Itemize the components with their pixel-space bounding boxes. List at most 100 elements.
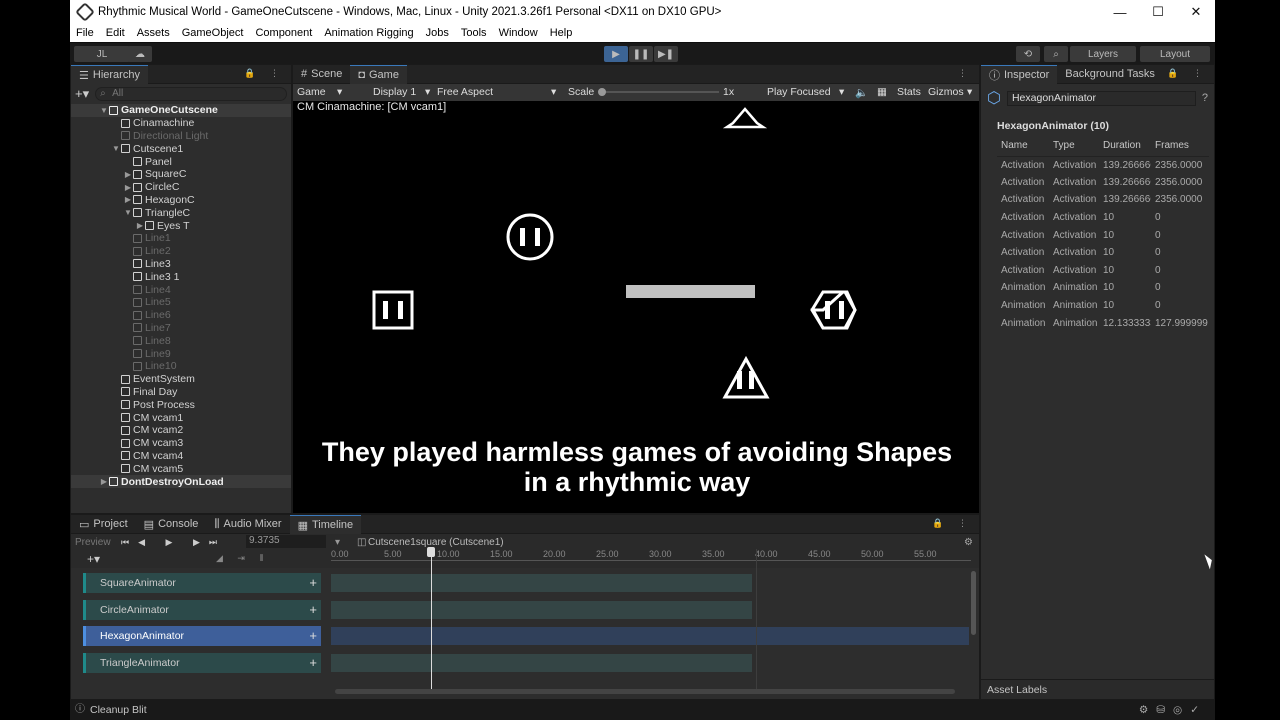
timeline-track[interactable]: TriangleAnimator + bbox=[83, 652, 321, 673]
timeline-clip[interactable] bbox=[331, 600, 752, 619]
table-row[interactable]: Activation Activation 10 0 bbox=[997, 226, 1209, 244]
expand-arrow-icon[interactable]: ▼ bbox=[111, 144, 121, 153]
table-row[interactable]: Activation Activation 10 0 bbox=[997, 244, 1209, 262]
expand-arrow-icon[interactable]: ▶ bbox=[123, 183, 133, 192]
hierarchy-item[interactable]: EventSystem bbox=[71, 373, 291, 386]
pause-button[interactable]: ❚❚ bbox=[629, 46, 653, 62]
add-icon[interactable]: +▾ bbox=[75, 86, 89, 102]
hierarchy-item[interactable]: ▶ CircleC bbox=[71, 181, 291, 194]
timeline-clip[interactable] bbox=[331, 653, 752, 672]
hierarchy-item[interactable]: ▼ TriangleC bbox=[71, 206, 291, 219]
expand-arrow-icon[interactable]: ▶ bbox=[99, 477, 109, 486]
horizontal-scrollbar[interactable] bbox=[335, 689, 955, 694]
column-header[interactable]: Name bbox=[997, 136, 1049, 157]
menu-component[interactable]: Component bbox=[249, 27, 318, 39]
hierarchy-item[interactable]: CM vcam5 bbox=[71, 462, 291, 475]
hierarchy-item[interactable]: ▼ GameOneCutscene bbox=[71, 104, 291, 117]
aspect-dropdown[interactable]: Free Aspect bbox=[437, 86, 493, 98]
hierarchy-item[interactable]: Line8 bbox=[71, 334, 291, 347]
add-clip-icon[interactable]: + bbox=[309, 653, 317, 673]
timeline-track[interactable]: CircleAnimator + bbox=[83, 599, 321, 620]
help-icon[interactable]: ? bbox=[1202, 92, 1208, 104]
menu-jobs[interactable]: Jobs bbox=[420, 27, 455, 39]
snap-icons[interactable]: ◢ ⇥ ⫴ bbox=[216, 553, 269, 564]
tab-hierarchy[interactable]: ☰ Hierarchy bbox=[71, 65, 148, 84]
expand-arrow-icon[interactable]: ▼ bbox=[99, 106, 109, 115]
step-button[interactable]: ▶❚ bbox=[654, 46, 678, 62]
hierarchy-item[interactable]: CM vcam1 bbox=[71, 411, 291, 424]
panel-menu-icon[interactable]: ⋮ bbox=[958, 68, 973, 79]
add-track-button[interactable]: +▾ bbox=[87, 552, 100, 566]
panel-menu-icon[interactable]: 🔒 ⋮ bbox=[1167, 68, 1208, 79]
table-row[interactable]: Activation Activation 10 0 bbox=[997, 262, 1209, 280]
gizmos-dropdown[interactable]: Gizmos bbox=[928, 86, 964, 98]
hierarchy-item[interactable]: Line10 bbox=[71, 360, 291, 373]
cloud-button[interactable]: ☁ bbox=[128, 46, 152, 62]
vertical-scrollbar[interactable] bbox=[971, 571, 976, 635]
history-button[interactable]: ⟲ bbox=[1016, 46, 1040, 62]
tab-background-tasks[interactable]: Background Tasks bbox=[1057, 65, 1163, 84]
menu-window[interactable]: Window bbox=[493, 27, 544, 39]
hierarchy-item[interactable]: Line4 bbox=[71, 283, 291, 296]
status-icons[interactable]: ⚙⛁◎✓ bbox=[1139, 704, 1207, 716]
table-row[interactable]: Activation Activation 139.266666 2356.0000 bbox=[997, 156, 1209, 174]
hierarchy-item[interactable]: CM vcam4 bbox=[71, 450, 291, 463]
timeline-clip[interactable] bbox=[331, 627, 969, 645]
hierarchy-item[interactable]: Directional Light bbox=[71, 130, 291, 143]
menu-tools[interactable]: Tools bbox=[455, 27, 493, 39]
hierarchy-item[interactable]: ▶ HexagonC bbox=[71, 194, 291, 207]
hierarchy-item[interactable]: Panel bbox=[71, 155, 291, 168]
tab-timeline[interactable]: ▦ Timeline bbox=[289, 515, 362, 534]
layout-dropdown[interactable]: Layout bbox=[1140, 46, 1210, 62]
tab-console[interactable]: ▤ Console bbox=[136, 515, 207, 534]
column-header[interactable]: Type bbox=[1049, 136, 1099, 157]
game-viewport[interactable]: CM Cinamachine: [CM vcam1] They played h… bbox=[293, 101, 979, 513]
expand-arrow-icon[interactable]: ▶ bbox=[123, 170, 133, 179]
tab-inspector[interactable]: ⓘ Inspector bbox=[981, 65, 1058, 84]
timeline-track[interactable]: HexagonAnimator + bbox=[83, 626, 321, 646]
table-row[interactable]: Animation Animation 10 0 bbox=[997, 279, 1209, 297]
play-button[interactable]: ▶ bbox=[604, 46, 628, 62]
table-row[interactable]: Animation Animation 12.1333333 127.999999 bbox=[997, 314, 1209, 332]
hierarchy-item[interactable]: Cinamachine bbox=[71, 117, 291, 130]
search-button[interactable]: ⌕ bbox=[1044, 46, 1068, 62]
tab-audio-mixer[interactable]: ⫼ Audio Mixer bbox=[206, 515, 289, 534]
play-focused-dropdown[interactable]: Play Focused bbox=[767, 86, 831, 98]
hierarchy-item[interactable]: ▶ SquareC bbox=[71, 168, 291, 181]
object-name-field[interactable]: HexagonAnimator bbox=[1006, 90, 1196, 106]
expand-arrow-icon[interactable]: ▶ bbox=[135, 221, 145, 230]
preview-button[interactable]: Preview bbox=[75, 537, 111, 548]
panel-menu-icon[interactable]: 🔒 ⋮ bbox=[932, 518, 973, 529]
hierarchy-item[interactable]: Post Process bbox=[71, 398, 291, 411]
menu-edit[interactable]: Edit bbox=[100, 27, 131, 39]
tab-project[interactable]: ▭ Project bbox=[71, 515, 136, 534]
menu-file[interactable]: File bbox=[70, 27, 100, 39]
time-field[interactable]: 9.3735 bbox=[246, 535, 326, 548]
grid-icon[interactable]: ▦ bbox=[877, 86, 887, 98]
display-dropdown[interactable]: Display 1 bbox=[373, 86, 416, 98]
menu-assets[interactable]: Assets bbox=[131, 27, 176, 39]
tab-scene[interactable]: # Scene bbox=[293, 65, 350, 84]
hierarchy-item[interactable]: Line7 bbox=[71, 322, 291, 335]
add-clip-icon[interactable]: + bbox=[309, 573, 317, 593]
scale-slider[interactable] bbox=[599, 91, 719, 93]
stats-button[interactable]: Stats bbox=[897, 86, 921, 98]
minimize-button[interactable]: — bbox=[1101, 0, 1139, 24]
hierarchy-item[interactable]: Final Day bbox=[71, 386, 291, 399]
menu-help[interactable]: Help bbox=[544, 27, 579, 39]
layers-dropdown[interactable]: Layers bbox=[1070, 46, 1136, 62]
hierarchy-item[interactable]: Line9 bbox=[71, 347, 291, 360]
add-clip-icon[interactable]: + bbox=[309, 600, 317, 620]
playhead[interactable] bbox=[431, 549, 432, 689]
scale-slider-handle[interactable] bbox=[598, 88, 606, 96]
column-header[interactable]: Duration bbox=[1099, 136, 1151, 157]
timeline-clip[interactable] bbox=[331, 574, 752, 592]
gear-icon[interactable]: ⚙ bbox=[964, 537, 973, 548]
hierarchy-item[interactable]: ▶ DontDestroyOnLoad bbox=[71, 475, 291, 488]
hierarchy-item[interactable]: Line3 bbox=[71, 258, 291, 271]
expand-arrow-icon[interactable]: ▶ bbox=[123, 195, 133, 204]
close-button[interactable]: ✕ bbox=[1177, 0, 1215, 24]
table-row[interactable]: Activation Activation 10 0 bbox=[997, 209, 1209, 227]
hierarchy-search-input[interactable]: ⌕ All bbox=[95, 87, 287, 101]
playback-controls[interactable]: ⏮◀ ▶ ▶⏭ bbox=[121, 537, 226, 548]
